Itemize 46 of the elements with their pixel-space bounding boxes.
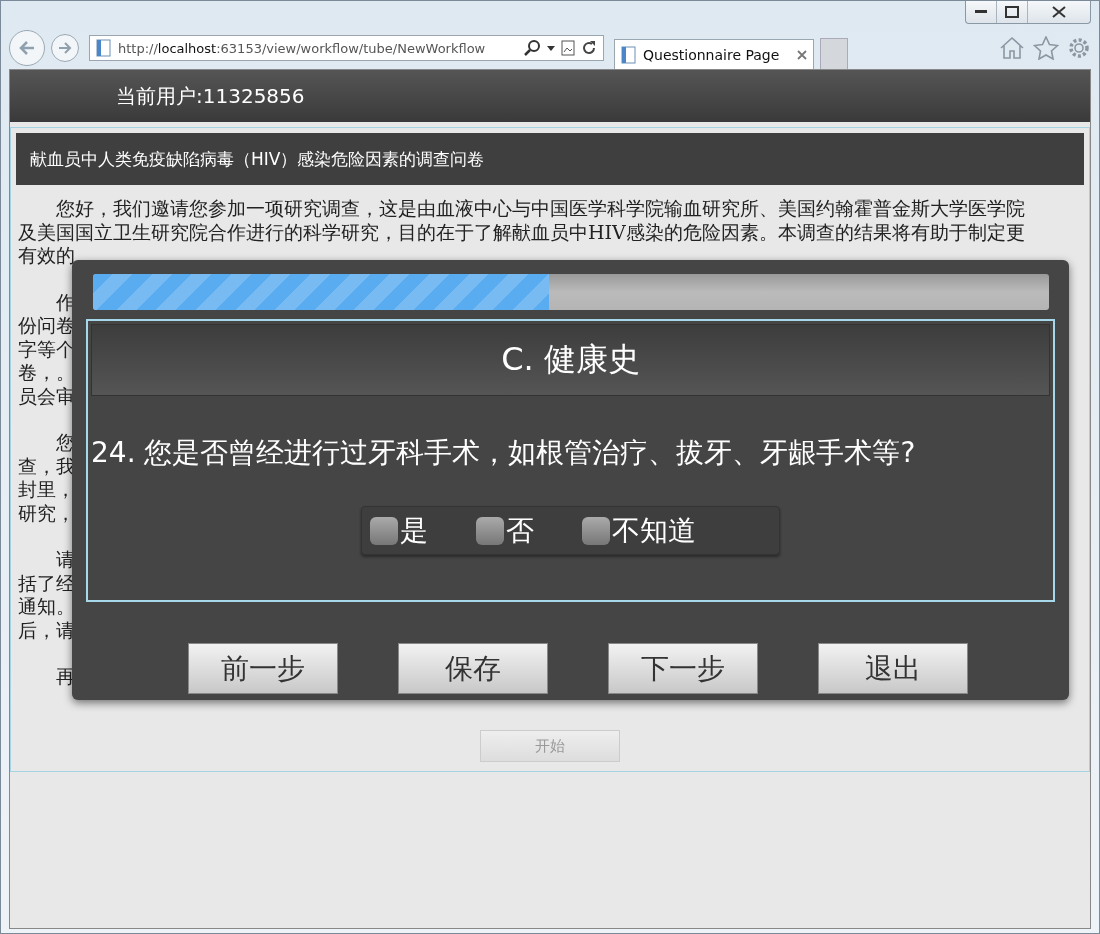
refresh-icon[interactable] bbox=[581, 40, 597, 56]
settings-icon[interactable] bbox=[1067, 36, 1091, 60]
nav-button[interactable]: 保存 bbox=[397, 643, 548, 694]
paragraph-line: 有效的 bbox=[18, 244, 75, 266]
search-icon[interactable] bbox=[523, 39, 541, 57]
forward-arrow-icon bbox=[58, 42, 72, 54]
star-icon[interactable] bbox=[1033, 36, 1059, 60]
paragraph-line: 及美国国立卫生研究院合作进行的科学研究，目的在于了解献血员中HIV感染的危险因素。本调查的结果将有助于制定更 bbox=[18, 220, 1025, 243]
checkbox[interactable] bbox=[582, 516, 610, 545]
questionnaire-title: 献血员中人类免疫缺陷病毒（HIV）感染危险因素的调查问卷 bbox=[30, 147, 485, 171]
address-text: http://localhost:63153/view/workflow/tube/NewWorkflow bbox=[118, 40, 487, 56]
paragraph-line: 后，请 bbox=[18, 618, 75, 641]
page-icon bbox=[621, 45, 637, 64]
nav-button[interactable]: 退出 bbox=[817, 643, 968, 694]
maximize-icon bbox=[1005, 6, 1019, 18]
close-icon bbox=[1052, 6, 1066, 18]
section-title: C. 健康史 bbox=[501, 339, 640, 380]
image-icon[interactable] bbox=[561, 40, 575, 56]
back-button[interactable] bbox=[9, 30, 45, 66]
paragraph-line: 通知。 bbox=[18, 595, 75, 617]
paragraph-line: 卷，。 bbox=[18, 361, 75, 383]
paragraph-line: 研究， bbox=[18, 501, 75, 524]
answer-option[interactable]: 不知道 bbox=[582, 511, 696, 550]
home-icon[interactable] bbox=[999, 36, 1025, 60]
answer-option[interactable]: 否 bbox=[476, 511, 534, 550]
paragraph-line: 您好，我们邀请您参加一项研究调查，这是由血液中心与中国医学科学院输血研究所、美国约翰霍普金斯大学医学院 bbox=[56, 197, 1025, 219]
answer-option[interactable]: 是 bbox=[370, 511, 428, 550]
back-arrow-icon bbox=[18, 40, 36, 56]
paragraph-line: 作 bbox=[56, 290, 75, 313]
page-icon bbox=[96, 39, 112, 57]
paragraph-line: 请 bbox=[56, 548, 75, 570]
current-user-label: 当前用户:11325856 bbox=[116, 82, 305, 110]
checkbox[interactable] bbox=[370, 516, 398, 545]
minimize-icon bbox=[975, 10, 987, 14]
address-field[interactable]: http://localhost:63153/view/workflow/tube/NewWorkflow bbox=[89, 35, 604, 61]
nav-button[interactable]: 下一步 bbox=[607, 643, 758, 694]
checkbox[interactable] bbox=[476, 516, 504, 545]
paragraph-line: 再 bbox=[56, 665, 75, 687]
question-text: 24. 您是否曾经进行过牙科手术，如根管治疗、拔牙、牙龈手术等? bbox=[91, 435, 917, 471]
paragraph-line: 封里， bbox=[18, 478, 75, 500]
dropdown-caret-icon[interactable] bbox=[547, 45, 555, 51]
browser-tab[interactable]: Questionnaire Page bbox=[614, 39, 814, 69]
forward-button[interactable] bbox=[51, 34, 79, 62]
nav-button[interactable]: 前一步 bbox=[187, 643, 338, 694]
close-icon[interactable] bbox=[797, 49, 807, 60]
paragraph-line: 份问卷 bbox=[18, 314, 75, 336]
